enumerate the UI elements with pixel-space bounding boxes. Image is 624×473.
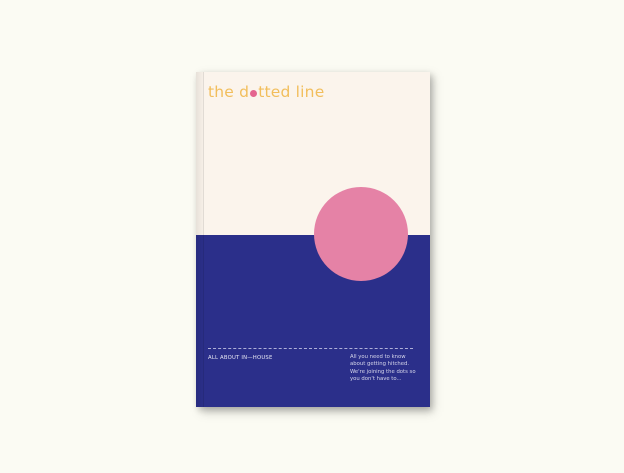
section-label: ALL ABOUT IN—HOUSE [208,355,273,361]
pink-circle [314,187,408,281]
dotted-divider [208,348,413,349]
blurb-line: about getting hitched. [350,361,410,368]
blurb-line: We're joining the dots so [350,368,416,375]
cover-title-start: the d [208,83,250,101]
spine-crease [203,72,204,407]
spine-shade [196,72,203,407]
blurb-line: you don't have to... [350,376,402,383]
blurb-line: All you need to know [350,354,406,360]
title-dot-icon [250,90,258,97]
mockup-stage: the d tted line ALL ABOUT IN—HOUSE All yo… [0,0,624,473]
cover-title: the d tted line [208,80,324,104]
cover-blurb: All you need to know about getting hitch… [350,354,420,384]
cover-title-end: tted line [258,83,325,101]
booklet-cover: the d tted line ALL ABOUT IN—HOUSE All yo… [196,72,430,407]
